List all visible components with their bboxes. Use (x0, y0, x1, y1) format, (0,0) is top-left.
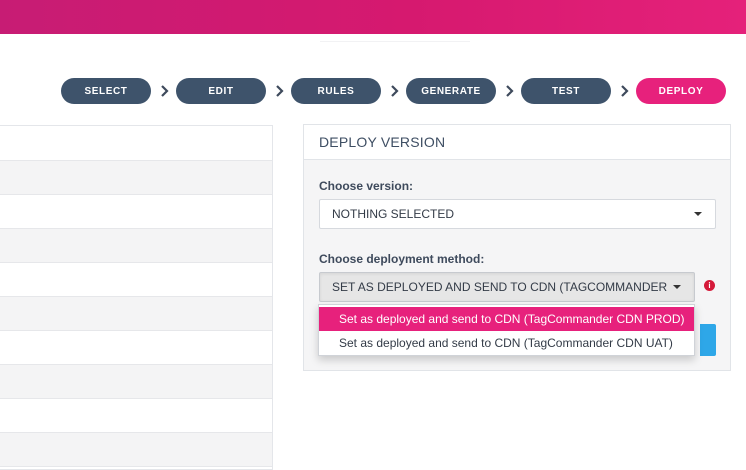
step-generate[interactable]: GENERATE (406, 78, 496, 104)
deployment-method-select[interactable]: SET AS DEPLOYED AND SEND TO CDN (TAGCOMM… (319, 272, 695, 302)
top-banner (0, 0, 746, 34)
chevron-right-icon (158, 84, 172, 98)
table-row[interactable] (0, 297, 272, 331)
chevron-right-icon (618, 84, 632, 98)
version-label: Choose version: (319, 179, 414, 193)
step-edit[interactable]: EDIT (176, 78, 266, 104)
version-select-value: NOTHING SELECTED (332, 207, 455, 221)
step-deploy[interactable]: DEPLOY (636, 78, 726, 104)
chevron-right-icon (273, 84, 287, 98)
table-row[interactable] (0, 399, 272, 433)
table-row[interactable] (0, 229, 272, 263)
chevron-right-icon (388, 84, 402, 98)
table-row[interactable] (0, 331, 272, 365)
deployment-method-dropdown: Set as deployed and send to CDN (TagComm… (318, 304, 695, 356)
info-icon[interactable]: i (704, 280, 715, 291)
deployment-method-label: Choose deployment method: (319, 252, 485, 266)
caret-down-icon (694, 212, 702, 216)
step-rules[interactable]: RULES (291, 78, 381, 104)
table-row[interactable] (0, 433, 272, 467)
dropdown-option-prod[interactable]: Set as deployed and send to CDN (TagComm… (319, 307, 694, 331)
table-header-row (0, 126, 272, 161)
deploy-button[interactable] (700, 324, 716, 356)
deployment-method-value: SET AS DEPLOYED AND SEND TO CDN (TAGCOMM… (332, 280, 668, 294)
table-row[interactable] (0, 263, 272, 297)
versions-table (0, 125, 273, 470)
divider (320, 41, 470, 42)
caret-down-icon (673, 285, 681, 289)
dropdown-option-uat[interactable]: Set as deployed and send to CDN (TagComm… (319, 331, 694, 355)
chevron-right-icon (503, 84, 517, 98)
table-row[interactable] (0, 195, 272, 229)
table-row[interactable] (0, 365, 272, 399)
panel-title: DEPLOY VERSION (304, 125, 730, 160)
step-test[interactable]: TEST (521, 78, 611, 104)
table-row[interactable] (0, 161, 272, 195)
version-select[interactable]: NOTHING SELECTED (319, 199, 716, 229)
step-select[interactable]: SELECT (61, 78, 151, 104)
